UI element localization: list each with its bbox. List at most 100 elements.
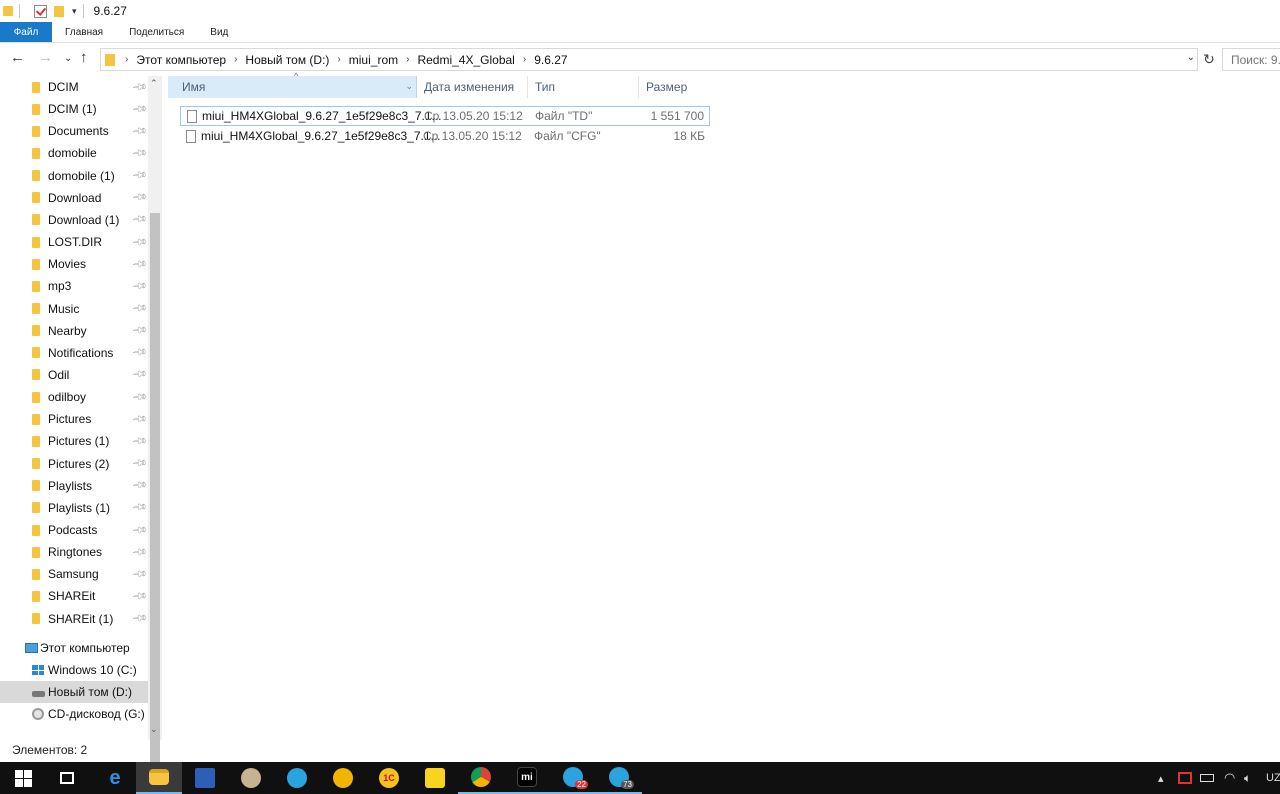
pin-icon[interactable]: 📌︎ (131, 610, 148, 627)
nav-item-folder[interactable]: mp3 📌︎ (0, 275, 148, 297)
tab-home[interactable]: Главная (52, 22, 116, 42)
pin-icon[interactable]: 📌︎ (131, 145, 148, 162)
pin-icon[interactable]: 📌︎ (131, 411, 148, 428)
nav-item-folder[interactable]: domobile (1) 📌︎ (0, 165, 148, 187)
breadcrumb-this-pc[interactable]: Этот компьютер (132, 53, 230, 67)
pin-icon[interactable]: 📌︎ (131, 234, 148, 251)
pin-icon[interactable]: 📌︎ (131, 566, 148, 583)
refresh-icon[interactable]: ↻ (1200, 51, 1218, 69)
breadcrumb-separator-icon[interactable]: › (333, 54, 344, 65)
taskbar-telegram-2[interactable]: 22 (550, 762, 596, 794)
taskbar-save-app[interactable] (182, 762, 228, 794)
pin-icon[interactable]: 📌︎ (131, 167, 148, 184)
pin-icon[interactable]: 📌︎ (131, 101, 148, 118)
volume-icon[interactable]: 🔈︎ (1244, 762, 1251, 794)
new-folder-icon[interactable] (54, 5, 64, 17)
pin-icon[interactable]: 📌︎ (131, 256, 148, 273)
taskbar-1c[interactable]: 1С (366, 762, 412, 794)
nav-item-folder[interactable]: Download (1) 📌︎ (0, 209, 148, 231)
tray-antivirus-icon[interactable] (1178, 762, 1192, 794)
start-button[interactable] (0, 762, 46, 794)
nav-item-folder[interactable]: Download 📌︎ (0, 187, 148, 209)
nav-item-folder[interactable]: Playlists 📌︎ (0, 475, 148, 497)
nav-item-folder[interactable]: Samsung 📌︎ (0, 563, 148, 585)
nav-item-folder[interactable]: Movies 📌︎ (0, 253, 148, 275)
nav-item-drive-g[interactable]: CD-дисковод (G:) (0, 703, 148, 725)
file-row[interactable]: miui_HM4XGlobal_9.6.27_1e5f29e8c3_7.1...… (180, 126, 710, 146)
back-arrow-icon[interactable]: ← (10, 49, 25, 66)
tab-share[interactable]: Поделиться (116, 22, 197, 42)
nav-item-folder[interactable]: SHAREit 📌︎ (0, 585, 148, 607)
battery-icon[interactable] (1200, 762, 1214, 794)
scroll-up-icon[interactable]: ⌃ (150, 78, 158, 89)
pin-icon[interactable]: 📌︎ (131, 588, 148, 605)
pin-icon[interactable]: 📌︎ (131, 322, 148, 339)
taskbar-mi[interactable]: mi (504, 762, 550, 794)
column-header-name[interactable]: ^ Имя ⌄ (168, 71, 417, 98)
breadcrumb-current-folder[interactable]: 9.6.27 (530, 53, 571, 67)
quick-access-dropdown-icon[interactable]: ▾ (72, 6, 77, 17)
taskbar-edge[interactable]: e (92, 762, 138, 794)
address-dropdown-icon[interactable]: ⌄ (1187, 52, 1195, 63)
column-filter-dropdown-icon[interactable]: ⌄ (405, 81, 413, 92)
pin-icon[interactable]: 📌︎ (131, 79, 148, 96)
nav-item-folder[interactable]: Pictures (2) 📌︎ (0, 453, 148, 475)
taskbar-telegram[interactable] (274, 762, 320, 794)
nav-item-folder[interactable]: Odil 📌︎ (0, 364, 148, 386)
nav-item-this-pc[interactable]: Этот компьютер (0, 637, 148, 659)
nav-item-folder[interactable]: Playlists (1) 📌︎ (0, 497, 148, 519)
file-row[interactable]: miui_HM4XGlobal_9.6.27_1e5f29e8c3_7.1...… (180, 106, 710, 126)
breadcrumb-redmi-4x-global[interactable]: Redmi_4X_Global (413, 53, 518, 67)
breadcrumb-separator-icon[interactable]: › (230, 54, 241, 65)
pin-icon[interactable]: 📌︎ (131, 367, 148, 384)
language-indicator[interactable]: UZ (1266, 762, 1280, 794)
nav-item-folder[interactable]: domobile 📌︎ (0, 142, 148, 164)
pin-icon[interactable]: 📌︎ (131, 500, 148, 517)
nav-item-folder[interactable]: Music 📌︎ (0, 298, 148, 320)
nav-item-folder[interactable]: Pictures 📌︎ (0, 408, 148, 430)
breadcrumb-miui-rom[interactable]: miui_rom (345, 53, 402, 67)
nav-item-folder[interactable]: Podcasts 📌︎ (0, 519, 148, 541)
tray-overflow-icon[interactable]: ▴ (1158, 762, 1164, 794)
nav-item-folder[interactable]: odilboy 📌︎ (0, 386, 148, 408)
scrollbar-thumb[interactable] (150, 213, 160, 778)
breadcrumb-drive-d[interactable]: Новый том (D:) (241, 53, 333, 67)
properties-icon[interactable] (34, 4, 47, 18)
up-arrow-icon[interactable]: ↑ (80, 49, 88, 66)
taskbar-file-explorer[interactable] (136, 762, 182, 794)
pin-icon[interactable]: 📌︎ (131, 433, 148, 450)
breadcrumb-separator-icon[interactable]: › (402, 54, 413, 65)
pin-icon[interactable]: 📌︎ (131, 522, 148, 539)
recent-locations-chevron-icon[interactable]: ⌄ (64, 53, 72, 64)
breadcrumb-separator-icon[interactable]: › (121, 54, 132, 65)
taskbar-player[interactable] (412, 762, 458, 794)
taskbar-app-triangle[interactable] (320, 762, 366, 794)
pin-icon[interactable]: 📌︎ (131, 278, 148, 295)
pin-icon[interactable]: 📌︎ (131, 212, 148, 229)
nav-item-folder[interactable]: Ringtones 📌︎ (0, 541, 148, 563)
pin-icon[interactable]: 📌︎ (131, 123, 148, 140)
wifi-icon[interactable]: ◠ (1224, 762, 1235, 794)
nav-pane-scrollbar[interactable]: ⌃ ⌄ (148, 76, 162, 778)
column-header-size[interactable]: Размер (640, 76, 710, 98)
nav-item-drive-d[interactable]: Новый том (D:) (0, 681, 148, 703)
column-header-type[interactable]: Тип (529, 76, 639, 98)
pin-icon[interactable]: 📌︎ (131, 300, 148, 317)
taskbar-paint[interactable] (228, 762, 274, 794)
nav-item-folder[interactable]: DCIM 📌︎ (0, 76, 148, 98)
pin-icon[interactable]: 📌︎ (131, 345, 148, 362)
forward-arrow-icon[interactable]: → (38, 49, 53, 66)
scroll-down-icon[interactable]: ⌄ (150, 724, 158, 735)
search-input[interactable] (1222, 48, 1280, 71)
task-view-button[interactable] (44, 762, 90, 794)
pin-icon[interactable]: 📌︎ (131, 389, 148, 406)
nav-item-folder[interactable]: Pictures (1) 📌︎ (0, 430, 148, 452)
nav-item-folder[interactable]: Notifications 📌︎ (0, 342, 148, 364)
taskbar-telegram-3[interactable]: 73 (596, 762, 642, 794)
taskbar-chrome[interactable] (458, 762, 504, 794)
column-header-date[interactable]: Дата изменения (418, 76, 528, 98)
tab-file[interactable]: Файл (0, 22, 52, 42)
nav-item-folder[interactable]: SHAREit (1) 📌︎ (0, 608, 148, 630)
nav-item-folder[interactable]: LOST.DIR 📌︎ (0, 231, 148, 253)
tab-view[interactable]: Вид (197, 22, 241, 42)
